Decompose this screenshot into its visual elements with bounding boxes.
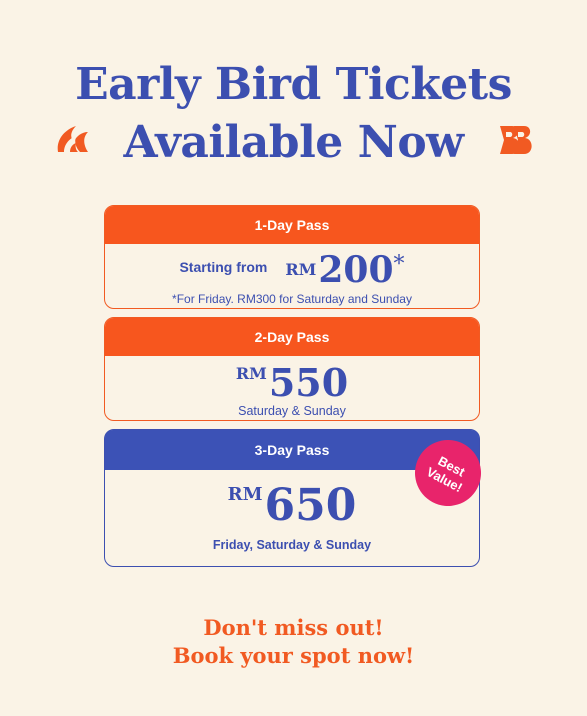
starting-from-label: Starting from [179, 259, 268, 275]
currency-label: RM [235, 364, 267, 383]
price-value: 650 [264, 480, 357, 531]
cta-line-2: Book your spot now! [172, 643, 415, 668]
pass-card-1-day[interactable]: 1-Day Pass Starting from RM 200 * *For F… [104, 205, 480, 309]
price-value: 200 [318, 249, 394, 291]
days-label: Friday, Saturday & Sunday [212, 538, 372, 552]
price-value: 550 [268, 360, 349, 405]
pass-title: 2-Day Pass [105, 318, 479, 356]
call-to-action: Don't miss out! Book your spot now! [0, 614, 587, 670]
flame-icon [57, 126, 88, 152]
days-label: Saturday & Sunday [238, 404, 346, 418]
price-note: *For Friday. RM300 for Saturday and Sund… [172, 292, 412, 306]
pass-title: 1-Day Pass [105, 206, 479, 244]
pass-card-3-day[interactable]: 3-Day Pass RM 650 Friday, Saturday & Sun… [104, 428, 493, 567]
currency-label: RM [227, 484, 263, 505]
bb-icon [500, 126, 532, 154]
price-asterisk: * [393, 252, 405, 277]
price-row: RM 550 [105, 364, 479, 402]
headline-line-1: Early Bird Tickets [75, 59, 512, 110]
pass-card-2-day[interactable]: 2-Day Pass RM 550 Saturday & Sunday [104, 317, 480, 421]
price-row: Starting from RM 200 * [105, 252, 479, 288]
currency-label: RM [285, 260, 317, 279]
cta-line-1: Don't miss out! [203, 615, 384, 640]
